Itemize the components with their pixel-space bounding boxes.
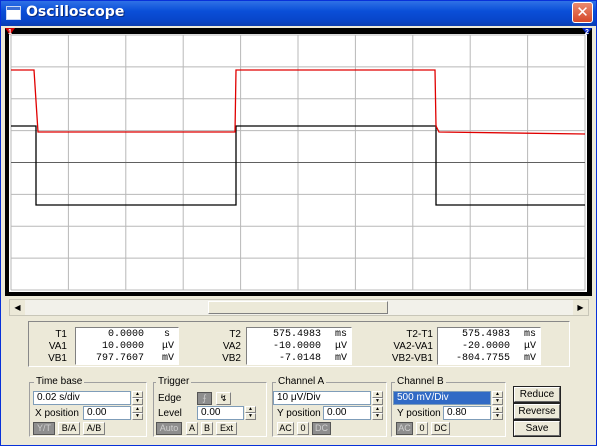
va2-va1-unit: μV [523,341,536,352]
channel-a-ypos-field[interactable]: 0.00 [323,406,371,420]
save-button[interactable]: Save [513,420,561,437]
timebase-scale-spinner[interactable]: ▲ ▼ [132,391,143,405]
channel-b-scale-spinner[interactable]: ▲ ▼ [492,391,503,405]
t2-label: T2 [229,329,241,340]
scope-screen[interactable]: 1 2 [5,28,592,296]
channel-a-ac-button[interactable]: AC [277,422,294,435]
va2-unit: μV [334,341,347,352]
trigger-falling-edge-icon[interactable]: ↯ [216,392,231,405]
t1-value: 0.0000 [107,329,144,340]
close-button[interactable]: ✕ [572,2,593,23]
channel-a-ypos-label: Y position [277,408,321,419]
timebase-scale-field[interactable]: 0.02 s/div [33,391,131,405]
channel-b-ypos-spinner[interactable]: ▲ ▼ [492,406,503,420]
window-icon [6,6,21,20]
reverse-button[interactable]: Reverse [513,403,561,420]
measurement-readout: T1 VA1 VB1 0.0000 s 10.0000 μV 797.7607 … [28,321,570,367]
timebase-xpos-field[interactable]: 0.00 [83,406,131,420]
t2-t1-unit: ms [523,329,536,340]
channel-b-ac-button[interactable]: AC [396,422,413,435]
vb2-value: -7.0148 [278,353,321,364]
channel-b-title: Channel B [395,376,446,387]
time-scrollbar[interactable]: ◀ ▶ [9,299,589,316]
trigger-auto-button[interactable]: Auto [156,422,182,435]
readout-col3-values: 575.4983 ms -20.0000 μV -804.7755 mV [437,327,541,365]
channel-b-ypos-label: Y position [397,408,441,419]
scope-display: 1 2 [5,28,592,296]
vb1-value: 797.7607 [95,353,144,364]
channel-a-ypos-spinner[interactable]: ▲ ▼ [372,406,383,420]
vb2-vb1-value: -804.7755 [455,353,510,364]
va1-unit: μV [161,341,174,352]
channel-b-dc-button[interactable]: DC [431,422,450,435]
vb2-unit: mV [334,353,347,364]
timebase-title: Time base [34,376,85,387]
cursor-1-label: 1 [8,29,12,36]
trigger-a-button[interactable]: A [186,422,198,435]
va2-label: VA2 [222,341,241,352]
mode-ba-button[interactable]: B/A [58,422,80,435]
trigger-level-label: Level [158,408,182,419]
t2-t1-value: 575.4983 [461,329,510,340]
oscilloscope-window: Oscilloscope ✕ 1 2 ◀ ▶ T1 VA1 VB1 0.0000… [0,0,597,446]
channel-b-zero-button[interactable]: 0 [416,422,428,435]
vb1-label: VB1 [48,353,67,364]
vb2-vb1-unit: mV [523,353,536,364]
trigger-title: Trigger [156,376,192,387]
trigger-level-field[interactable]: 0.00 [197,406,244,420]
t2-unit: ms [334,329,347,340]
mode-yt-button[interactable]: Y/T [33,422,55,435]
vb2-vb1-label: VB2-VB1 [391,353,433,364]
scroll-left-arrow-icon[interactable]: ◀ [10,300,25,315]
title-bar[interactable]: Oscilloscope ✕ [1,1,596,26]
va2-value: -10.0000 [272,341,321,352]
trigger-level-spinner[interactable]: ▲ ▼ [245,406,256,420]
t2-value: 575.4983 [272,329,321,340]
t1-label: T1 [55,329,67,340]
t2-t1-label: T2-T1 [406,329,433,340]
channel-a-title: Channel A [276,376,327,387]
trigger-ext-button[interactable]: Ext [216,422,237,435]
channel-b-ypos-field[interactable]: 0.80 [443,406,491,420]
timebase-xpos-spinner[interactable]: ▲ ▼ [132,406,143,420]
vb2-label: VB2 [222,353,241,364]
timebase-xpos-label: X position [35,408,79,419]
trigger-rising-edge-icon[interactable]: ⨍ [197,392,212,405]
va2-va1-label: VA2-VA1 [393,341,433,352]
channel-a-dc-button[interactable]: DC [312,422,331,435]
readout-col1-values: 0.0000 s 10.0000 μV 797.7607 mV [75,327,179,365]
window-title: Oscilloscope [26,4,125,20]
va1-value: 10.0000 [101,341,144,352]
vb1-unit: mV [161,353,174,364]
channel-b-scale-field[interactable]: 500 mV/Div [393,391,491,405]
va2-va1-value: -20.0000 [461,341,510,352]
t1-unit: s [163,329,170,340]
channel-a-zero-button[interactable]: 0 [297,422,309,435]
va1-label: VA1 [48,341,67,352]
scroll-thumb[interactable] [208,301,388,314]
trigger-edge-label: Edge [158,393,182,404]
reduce-button[interactable]: Reduce [513,386,561,403]
scroll-right-arrow-icon[interactable]: ▶ [573,300,588,315]
channel-a-scale-spinner[interactable]: ▲ ▼ [372,391,383,405]
cursor-2-label: 2 [585,29,589,36]
mode-ab-button[interactable]: A/B [83,422,105,435]
channel-a-scale-field[interactable]: 10 μV/Div [273,391,371,405]
trigger-b-button[interactable]: B [201,422,213,435]
readout-col2-values: 575.4983 ms -10.0000 μV -7.0148 mV [246,327,352,365]
